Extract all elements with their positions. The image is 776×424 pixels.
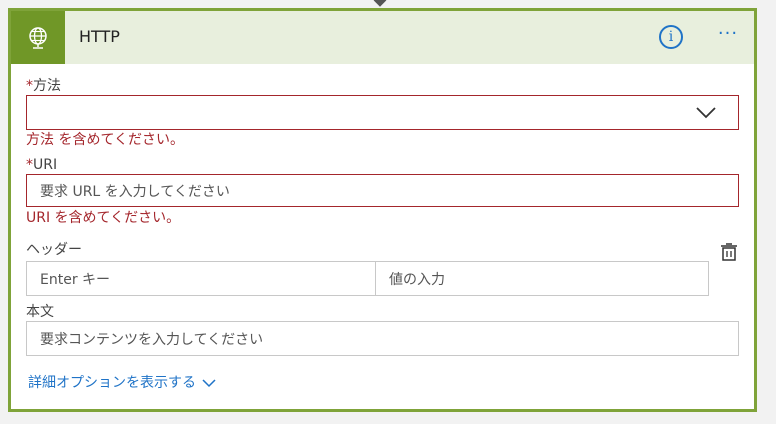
- uri-label-text: URI: [33, 157, 58, 173]
- method-error: 方法 を含めてください。: [26, 132, 185, 148]
- globe-icon: [11, 11, 65, 64]
- show-advanced-options-link[interactable]: 詳細オプションを表示する: [28, 375, 216, 391]
- required-mark: *: [26, 78, 33, 94]
- chevron-down-icon: [202, 379, 216, 388]
- delete-icon[interactable]: [719, 242, 739, 262]
- uri-error: URI を含めてください。: [26, 210, 181, 226]
- method-label-text: 方法: [33, 78, 61, 94]
- uri-input[interactable]: 要求 URL を入力してください: [26, 174, 739, 207]
- headers-row: Enter キー 値の入力: [26, 261, 709, 296]
- http-action-card: HTTP i ··· *方法 方法 を含めてください。 *URI 要求 URL …: [8, 8, 757, 412]
- advanced-label: 詳細オプションを表示する: [28, 375, 196, 391]
- uri-label: *URI: [26, 157, 57, 173]
- card-title: HTTP: [79, 27, 120, 46]
- headers-label: ヘッダー: [26, 242, 82, 258]
- body-input[interactable]: 要求コンテンツを入力してください: [26, 321, 739, 356]
- method-label: *方法: [26, 78, 61, 94]
- chevron-down-icon[interactable]: [696, 104, 716, 120]
- header-key-input[interactable]: Enter キー: [40, 262, 110, 295]
- card-header[interactable]: HTTP i ···: [11, 11, 754, 64]
- body-placeholder: 要求コンテンツを入力してください: [40, 331, 264, 348]
- kv-divider: [375, 262, 376, 295]
- header-value-input[interactable]: 値の入力: [389, 262, 445, 295]
- connector-arrow-icon: [373, 0, 387, 7]
- body-label: 本文: [26, 304, 54, 320]
- info-icon[interactable]: i: [659, 25, 683, 49]
- required-mark: *: [26, 157, 33, 173]
- method-select[interactable]: [26, 95, 739, 130]
- ellipsis-icon[interactable]: ···: [713, 25, 743, 47]
- uri-placeholder: 要求 URL を入力してください: [40, 183, 230, 200]
